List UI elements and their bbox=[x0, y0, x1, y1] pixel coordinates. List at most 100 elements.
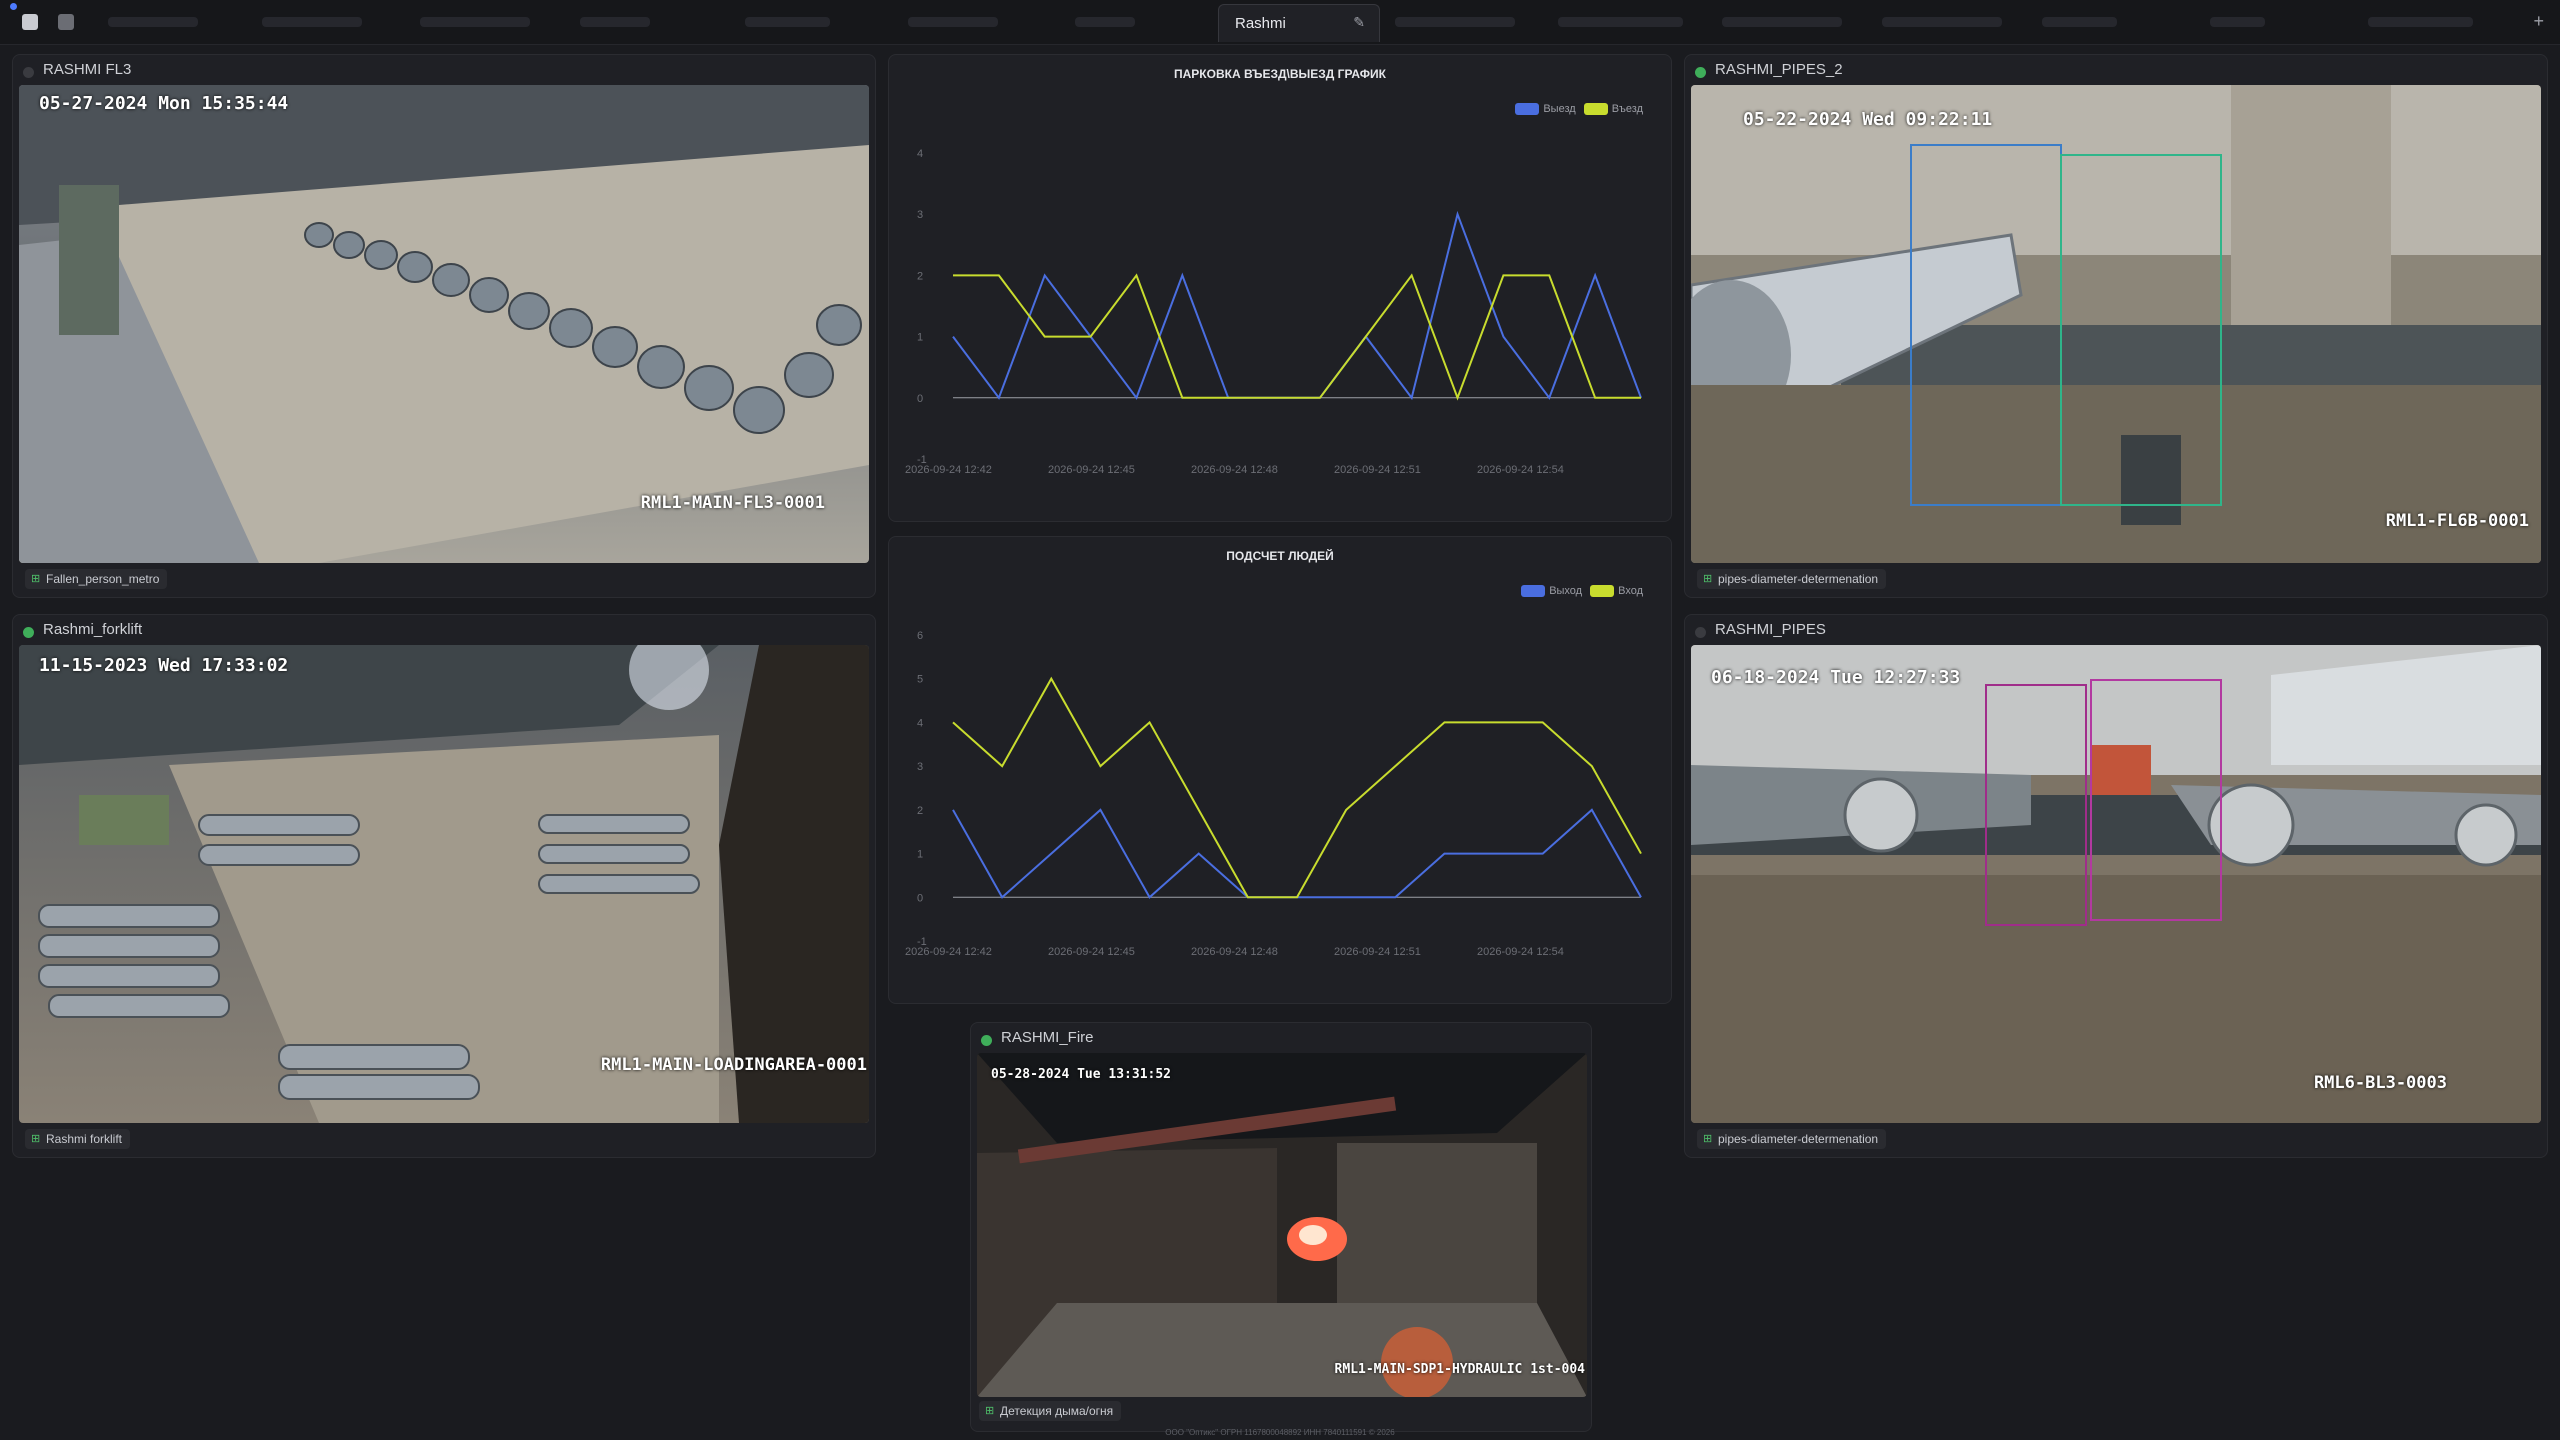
x-tick-label: 2026-09-24 12:45 bbox=[1048, 946, 1135, 958]
y-tick-label: 4 bbox=[917, 717, 923, 729]
y-tick-label: 3 bbox=[917, 209, 923, 221]
video-feed[interactable]: 05-28-2024 Tue 13:31:52 RML1-MAIN-SDP1-H… bbox=[977, 1053, 1587, 1397]
camera-id-overlay: RML1-MAIN-FL3-0001 bbox=[640, 493, 825, 513]
tab-blurred[interactable] bbox=[1558, 17, 1683, 27]
y-tick-label: 3 bbox=[917, 761, 923, 773]
tab-blurred[interactable] bbox=[908, 17, 998, 27]
tab-rashmi[interactable]: Rashmi ✎ bbox=[1218, 4, 1380, 42]
tag-label: Детекция дыма/огня bbox=[1000, 1404, 1114, 1418]
camera-panel[interactable]: RASHMI_PIPES 06-18-2024 Tue 12:27:33 RML… bbox=[1684, 614, 2548, 1158]
y-tick-label: 2 bbox=[917, 805, 923, 817]
detection-tag[interactable]: ⊞ pipes-diameter-determenation bbox=[1697, 569, 1887, 589]
y-tick-label: 0 bbox=[917, 393, 923, 405]
x-tick-label: 2026-09-24 12:51 bbox=[1334, 464, 1421, 476]
timestamp-overlay: 05-27-2024 Mon 15:35:44 bbox=[39, 93, 289, 114]
chart-panel-parking: ПАРКОВКА ВЪЕЗД\ВЫЕЗД ГРАФИК Выезд Въезд … bbox=[888, 54, 1672, 522]
x-tick-label: 2026-09-24 12:51 bbox=[1334, 946, 1421, 958]
camera-panel[interactable]: RASHMI_PIPES_2 05-22-2024 Wed 09:22:11 R… bbox=[1684, 54, 2548, 598]
camera-title: RASHMI_PIPES_2 bbox=[1715, 61, 1843, 78]
y-tick-label: 0 bbox=[917, 892, 923, 904]
feed-image bbox=[1691, 85, 2541, 563]
camera-id-overlay: RML1-FL6B-0001 bbox=[2385, 511, 2529, 531]
status-indicator bbox=[1695, 627, 1706, 638]
tab-blurred[interactable] bbox=[2042, 17, 2117, 27]
chart-panel-people: ПОДСЧЕТ ЛЮДЕЙ Выход Вход -1 0 1 2 3 4 5 6 2026-0… bbox=[888, 536, 1672, 1004]
camera-panel[interactable]: RASHMI_Fire 05-28-2024 Tue 13:31:52 RML1… bbox=[970, 1022, 1592, 1432]
x-tick-label: 2026-09-24 12:45 bbox=[1048, 464, 1135, 476]
timestamp-overlay: 05-22-2024 Wed 09:22:11 bbox=[1743, 109, 1993, 130]
line-chart: -101234562026-09-24 12:42 2026-09-24 12:4… bbox=[905, 630, 1642, 958]
camera-title: RASHMI FL3 bbox=[43, 61, 132, 78]
tree-icon: ⊞ bbox=[985, 1404, 995, 1417]
detection-tag[interactable]: ⊞ Rashmi forklift bbox=[25, 1129, 131, 1149]
x-tick-label: 2026-09-24 12:42 bbox=[905, 464, 992, 476]
series-line bbox=[953, 273, 1641, 401]
tab-blurred[interactable] bbox=[2210, 17, 2265, 27]
feed-image bbox=[977, 1053, 1587, 1397]
user-icon[interactable] bbox=[22, 14, 38, 30]
tree-icon: ⊞ bbox=[1703, 572, 1713, 585]
camera-panel[interactable]: Rashmi_forklift 11-15-2023 Wed 17:33:02 … bbox=[12, 614, 876, 1158]
status-indicator bbox=[1695, 67, 1706, 78]
detection-tag[interactable]: ⊞ pipes-diameter-determenation bbox=[1697, 1129, 1887, 1149]
tag-label: pipes-diameter-determenation bbox=[1718, 572, 1879, 586]
series-line bbox=[952, 808, 1642, 899]
timestamp-overlay: 05-28-2024 Tue 13:31:52 bbox=[991, 1067, 1172, 1082]
detection-tag[interactable]: ⊞ Fallen_person_metro bbox=[25, 569, 168, 589]
y-tick-label: 5 bbox=[917, 674, 923, 686]
x-tick-label: 2026-09-24 12:42 bbox=[905, 946, 992, 958]
y-tick-label: 2 bbox=[917, 270, 923, 282]
camera-title: Rashmi_forklift bbox=[43, 621, 143, 638]
y-tick-label: 4 bbox=[917, 148, 923, 160]
video-feed[interactable]: 05-27-2024 Mon 15:35:44 RML1-MAIN-FL3-00… bbox=[19, 85, 869, 563]
notification-dot bbox=[10, 3, 17, 10]
detection-tag[interactable]: ⊞ Детекция дыма/огня bbox=[979, 1401, 1122, 1421]
x-tick-label: 2026-09-24 12:54 bbox=[1477, 946, 1564, 958]
tab-blurred[interactable] bbox=[2368, 17, 2473, 27]
pencil-icon[interactable]: ✎ bbox=[1353, 14, 1365, 31]
y-tick-label: 1 bbox=[917, 849, 923, 861]
grid-icon[interactable] bbox=[58, 14, 74, 30]
feed-image bbox=[19, 85, 869, 563]
tab-blurred[interactable] bbox=[262, 17, 362, 27]
feed-image bbox=[1691, 645, 2541, 1123]
tree-icon: ⊞ bbox=[1703, 1132, 1713, 1145]
video-feed[interactable]: 06-18-2024 Tue 12:27:33 RML6-BL3-0003 bbox=[1691, 645, 2541, 1123]
camera-id-overlay: RML1-MAIN-SDP1-HYDRAULIC 1st-004 bbox=[1334, 1362, 1585, 1377]
status-indicator bbox=[23, 67, 34, 78]
status-indicator bbox=[23, 627, 34, 638]
tab-blurred[interactable] bbox=[580, 17, 650, 27]
tab-blurred[interactable] bbox=[1395, 17, 1515, 27]
tab-blurred[interactable] bbox=[1882, 17, 2002, 27]
camera-panel[interactable]: RASHMI FL3 05-27-2024 Mon 15:35:44 RML1-… bbox=[12, 54, 876, 598]
tab-blurred[interactable] bbox=[420, 17, 530, 27]
video-feed[interactable]: 11-15-2023 Wed 17:33:02 RML1-MAIN-LOADIN… bbox=[19, 645, 869, 1123]
tab-blurred[interactable] bbox=[108, 17, 198, 27]
line-chart: -1012342026-09-24 12:42 2026-09-24 12:45 2… bbox=[905, 148, 1642, 476]
feed-image bbox=[19, 645, 869, 1123]
footer-text: ООО "Оптикс" ОГРН 1167800048892 ИНН 7840… bbox=[1165, 1428, 1395, 1437]
status-indicator bbox=[981, 1035, 992, 1046]
add-tab-icon[interactable]: + bbox=[2533, 11, 2544, 32]
tree-icon: ⊞ bbox=[31, 1132, 41, 1145]
camera-id-overlay: RML6-BL3-0003 bbox=[2313, 1073, 2447, 1093]
y-tick-label: 6 bbox=[917, 630, 923, 642]
x-tick-label: 2026-09-24 12:54 bbox=[1477, 464, 1564, 476]
tab-blurred[interactable] bbox=[1075, 17, 1135, 27]
series-line bbox=[952, 676, 1642, 899]
timestamp-overlay: 06-18-2024 Tue 12:27:33 bbox=[1711, 667, 1961, 688]
video-feed[interactable]: 05-22-2024 Wed 09:22:11 RML1-FL6B-0001 bbox=[1691, 85, 2541, 563]
tag-label: Fallen_person_metro bbox=[46, 572, 160, 586]
camera-title: RASHMI_PIPES bbox=[1715, 621, 1826, 638]
top-bar: Rashmi ✎ + bbox=[0, 0, 2560, 45]
tab-blurred[interactable] bbox=[1722, 17, 1842, 27]
tree-icon: ⊞ bbox=[31, 572, 41, 585]
x-tick-label: 2026-09-24 12:48 bbox=[1191, 464, 1278, 476]
camera-title: RASHMI_Fire bbox=[1001, 1029, 1094, 1046]
series-line bbox=[952, 210, 1642, 401]
tab-label: Rashmi bbox=[1235, 15, 1286, 32]
x-tick-label: 2026-09-24 12:48 bbox=[1191, 946, 1278, 958]
tab-blurred[interactable] bbox=[745, 17, 830, 27]
tag-label: pipes-diameter-determenation bbox=[1718, 1132, 1879, 1146]
tag-label: Rashmi forklift bbox=[46, 1132, 123, 1146]
